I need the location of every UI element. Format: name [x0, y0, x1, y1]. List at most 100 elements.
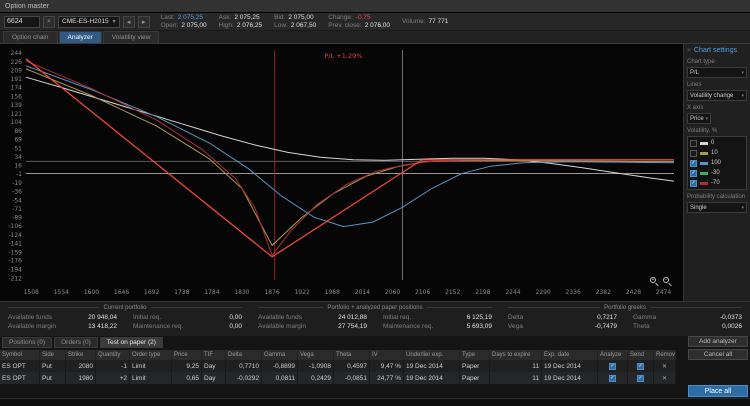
volatility-item[interactable]: ✓ -30 — [688, 168, 746, 178]
tab-volatility-view[interactable]: Volatility view — [102, 31, 160, 43]
tab-analyzer[interactable]: Analyzer — [58, 31, 102, 43]
volatility-item[interactable]: 10 — [688, 148, 746, 158]
remove-icon[interactable]: ✕ — [662, 363, 667, 370]
column-header-exp-date[interactable]: Exp. date — [542, 350, 598, 360]
column-header-underlier-exp[interactable]: Underlier exp. — [404, 350, 460, 360]
column-header-days-to-expire[interactable]: Days to expire — [490, 350, 542, 360]
cell: 24,77 % — [370, 372, 404, 384]
y-tick-label: 69 — [14, 137, 22, 144]
series-vol-100 — [25, 65, 675, 228]
stat-label: Initial req. — [133, 314, 162, 321]
x-tick-label: 2152 — [445, 289, 460, 296]
volatility-value: 0 — [711, 140, 715, 146]
section-grid: Available funds 20 948,04 Initial req. 0,00… — [8, 314, 242, 330]
y-tick-label: 226 — [11, 59, 23, 66]
cell: 1980 — [66, 372, 96, 384]
volatility-checkbox[interactable] — [690, 139, 697, 147]
cell: 19 Dec 2014 — [404, 372, 460, 384]
y-tick-label: 209 — [11, 67, 23, 74]
stat-label: Available margin — [258, 323, 306, 330]
column-header-type[interactable]: Type — [460, 350, 490, 360]
volatility-checkbox[interactable]: ✓ — [690, 179, 697, 187]
quote: Volume: 77 771 — [402, 18, 448, 25]
column-header-send[interactable]: Send — [628, 350, 654, 360]
volatility-list: 0 10 ✓ 100 ✓ -30 ✓ -70 — [687, 136, 747, 190]
stat: Maintenance req. 0,00 — [133, 323, 242, 330]
send-cell: ✓ — [628, 360, 654, 372]
volatility-value: -70 — [711, 180, 720, 186]
table-row[interactable]: ES OPT Put 2080 -1 Limit 9,25 Day 0,7710 -0,8899… — [0, 360, 686, 372]
tab-option-chain[interactable]: Option chain — [3, 31, 58, 43]
send-checkbox[interactable]: ✓ — [637, 362, 644, 370]
quote-column: Ask: 2 075,25 High: 2 076,25 — [219, 14, 263, 29]
positions-tab-test-on-paper-2[interactable]: Test on paper (2) — [99, 337, 163, 348]
symbol-search-button[interactable]: ⌕ — [43, 15, 55, 28]
collapse-icon[interactable]: » — [687, 47, 691, 54]
contract-select[interactable]: CME-ES-H2015 ▾ — [58, 15, 120, 28]
quote: Bid: 2 075,00 — [274, 14, 316, 21]
column-header-vega[interactable]: Vega — [298, 350, 334, 360]
add-analyzer-button[interactable]: Add analyzer — [688, 336, 748, 347]
section-title-text: Portfolio greeks — [604, 304, 646, 311]
axis-select[interactable]: Price ▾ — [687, 113, 711, 124]
orders-table: Symbol Side Strike Quantity Order type Price T… — [0, 350, 686, 384]
send-cell: ✓ — [628, 372, 654, 384]
section-title-text: Current portfolio — [103, 304, 147, 311]
chevron-right-icon: ▸ — [141, 18, 146, 26]
zoom-out-button[interactable]: − — [663, 277, 672, 287]
cancel-all-button[interactable]: Cancel all — [688, 349, 748, 360]
column-header-iv[interactable]: IV — [370, 350, 404, 360]
series-vol-70 — [25, 60, 674, 257]
remove-icon[interactable]: ✕ — [662, 375, 667, 382]
column-header-side[interactable]: Side — [40, 350, 66, 360]
volatility-item[interactable]: ✓ 100 — [688, 158, 746, 168]
table-row[interactable]: ES OPT Put 1980 +2 Limit 0,65 Day -0,0292 0,0811… — [0, 372, 686, 384]
volatility-item[interactable]: 0 — [688, 138, 746, 148]
chart-type-select[interactable]: P/L ▾ — [687, 67, 747, 78]
positions-tabs: Positions (0) Orders (0) Test on paper (2) — [0, 336, 163, 349]
quote-label: Volume: — [402, 18, 426, 25]
payoff-chart-svg: 244 226209 191 174156 139 121104 86 6951 34 16-1 -… — [8, 50, 675, 296]
cell: -1,0908 — [298, 360, 334, 372]
volatility-checkbox[interactable]: ✓ — [690, 169, 697, 177]
x-tick-label: 1646 — [114, 289, 129, 296]
stat-label: Maintenance req. — [383, 323, 434, 330]
column-header-theta[interactable]: Theta — [334, 350, 370, 360]
analyze-checkbox[interactable]: ✓ — [609, 362, 616, 370]
stat-label: Delta — [508, 314, 524, 321]
column-header-analyze[interactable]: Analyze — [598, 350, 628, 360]
column-header-delta[interactable]: Delta — [226, 350, 262, 360]
column-header-gamma[interactable]: Gamma — [262, 350, 298, 360]
send-checkbox[interactable]: ✓ — [637, 374, 644, 382]
volatility-checkbox[interactable] — [690, 149, 697, 157]
analyze-checkbox[interactable]: ✓ — [609, 374, 616, 382]
cell: Day — [202, 360, 226, 372]
chart-settings-panel: » Chart settings Chart type P/L ▾ Lines … — [684, 44, 750, 301]
x-tick-label: 2198 — [475, 289, 490, 296]
column-header-symbol[interactable]: Symbol — [0, 350, 40, 360]
positions-tab-positions-0[interactable]: Positions (0) — [2, 337, 53, 348]
column-header-strike[interactable]: Strike — [66, 350, 96, 360]
column-header-remove[interactable]: Remove — [654, 350, 676, 360]
contract-prev-button[interactable]: ◂ — [122, 15, 135, 28]
zoom-in-button[interactable]: + — [650, 277, 659, 287]
volatility-item[interactable]: ✓ -70 — [688, 178, 746, 188]
probability-select[interactable]: Single ▾ — [687, 202, 747, 213]
column-header-price[interactable]: Price — [172, 350, 202, 360]
chevron-down-icon: ▾ — [705, 115, 708, 122]
contract-next-button[interactable]: ▸ — [137, 15, 150, 28]
y-tick-label: 34 — [14, 154, 22, 161]
quote-value: 2 076,00 — [364, 22, 390, 29]
remove-cell: ✕ — [654, 360, 676, 372]
volatility-checkbox[interactable]: ✓ — [690, 159, 697, 167]
y-tick-label: 51 — [14, 145, 22, 152]
analyzer-chart[interactable]: 244 226 209 191 174 156 139 121 104 86 69 51 34 16 -1 -… — [0, 44, 684, 301]
volatility-value: 100 — [711, 160, 722, 166]
positions-tab-orders-0[interactable]: Orders (0) — [54, 337, 98, 348]
column-header-tif[interactable]: TIF — [202, 350, 226, 360]
lines-select[interactable]: Volatility change ▾ — [687, 90, 747, 101]
column-header-quantity[interactable]: Quantity — [96, 350, 130, 360]
column-header-order-type[interactable]: Order type — [130, 350, 172, 360]
symbol-input[interactable] — [4, 15, 40, 28]
place-all-button[interactable]: Place all — [688, 385, 748, 397]
